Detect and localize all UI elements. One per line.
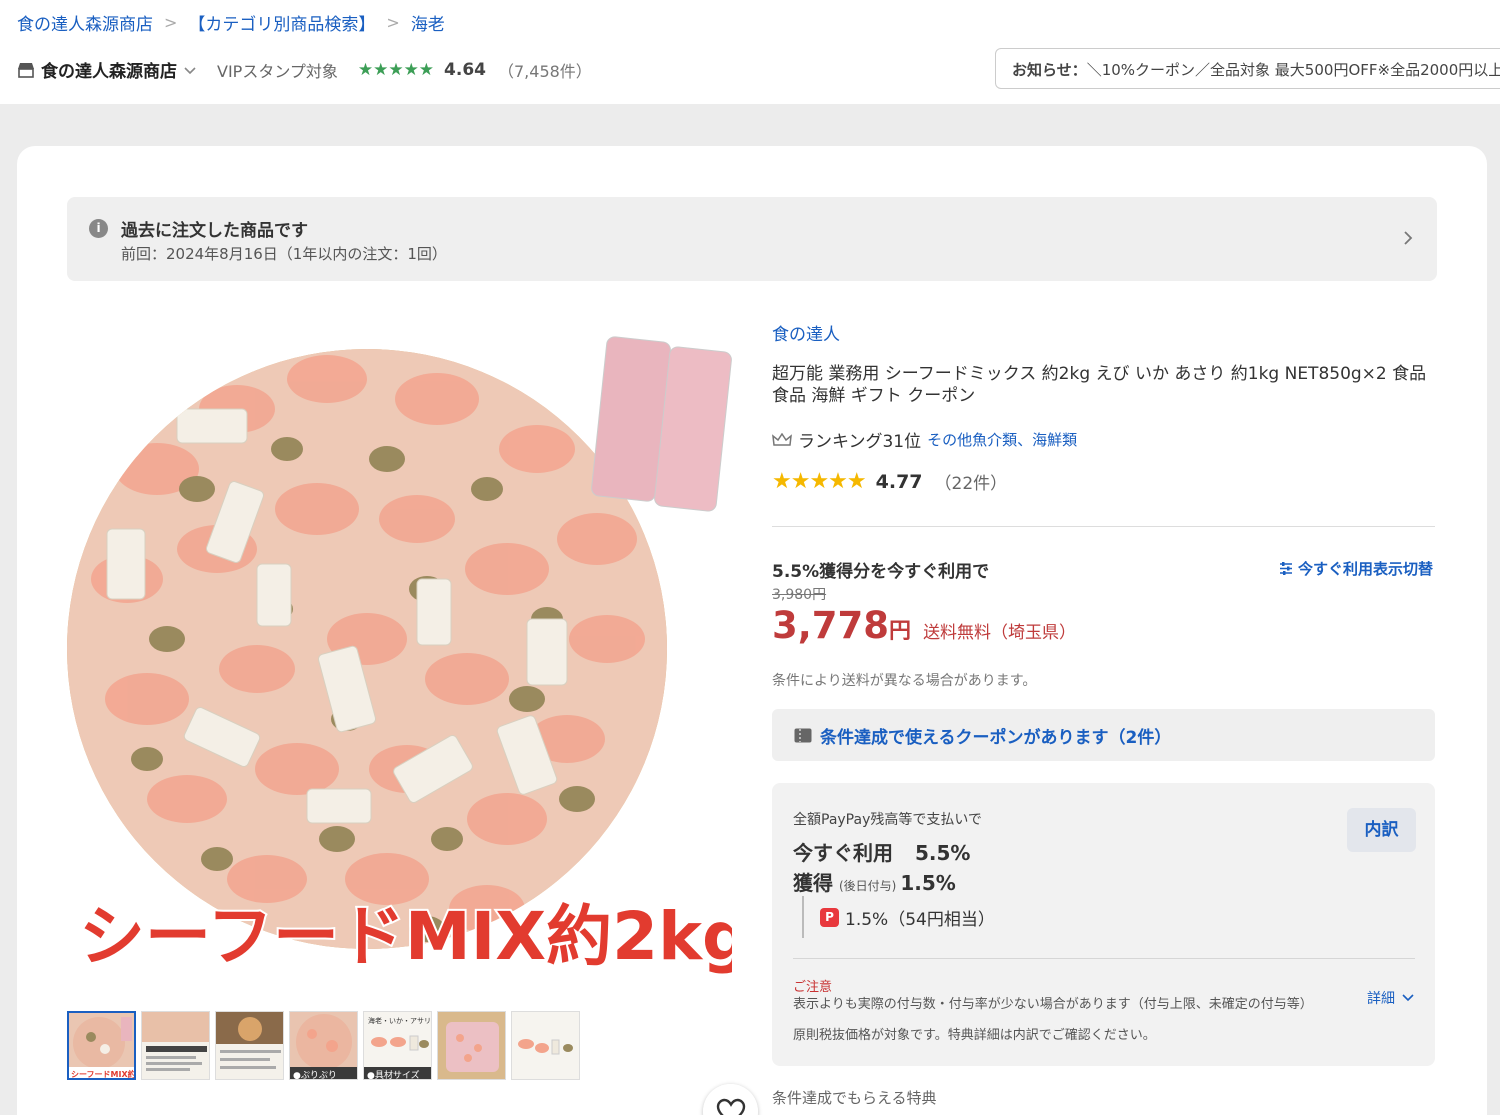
original-price: 3,980円 — [772, 587, 827, 603]
chevron-down-icon[interactable] — [183, 63, 197, 77]
paypay-points-value: 1.5%（54円相当） — [845, 909, 995, 930]
seafood-mix-photo: シーフードMIX約2kg — [67, 336, 751, 977]
coupon-banner[interactable]: 条件達成で使えるクーポンがあります（2件） — [772, 709, 1435, 761]
earn-row-label: 獲得 — [793, 871, 833, 895]
caution-label: ご注意 — [793, 980, 833, 995]
divider — [772, 526, 1435, 527]
caution-details-toggle[interactable]: 詳細 — [1367, 988, 1415, 1008]
thumbnail-1[interactable]: シーフードMIX約2kg — [67, 1011, 136, 1080]
vip-stamp-label: VIPスタンプ対象 — [217, 61, 338, 81]
breadcrumb-separator: > — [386, 13, 400, 32]
product-card: i 過去に注文した商品です 前回：2024年8月16日（1年以内の注文：1回） — [17, 146, 1487, 1115]
thumbnail-4[interactable]: ●ぷりぷり — [289, 1011, 358, 1080]
paypay-icon: P — [820, 907, 839, 927]
thumbnail-3[interactable] — [215, 1011, 284, 1080]
svg-text:●ぷりぷり: ●ぷりぷり — [293, 1070, 337, 1080]
toggle-label: 今すぐ利用表示切替 — [1298, 560, 1434, 578]
svg-text:シーフードMIX約2kg: シーフードMIX約2kg — [79, 898, 732, 975]
paypay-box: 全額PayPay残高等で支払いで 今すぐ利用 5.5% 獲得 (後日付与) 1.5% … — [772, 783, 1435, 1066]
prior-order-title: 過去に注文した商品です — [121, 221, 308, 241]
bonus-section-label: 条件達成でもらえる特典 — [772, 1089, 937, 1107]
thumbnail-7[interactable] — [511, 1011, 580, 1080]
instant-use-label: 今すぐ利用 — [793, 841, 893, 865]
svg-text:海老・いか・アサリ: 海老・いか・アサリ — [368, 1016, 431, 1025]
thumbnail-strip: シーフードMIX約2kg ●ぷりぷり 海老・いか・アサリ ●具材サイズ — [67, 1011, 580, 1080]
instant-use-toggle[interactable]: 今すぐ利用表示切替 — [1279, 558, 1433, 579]
review-count-link[interactable]: （22件） — [935, 469, 1008, 494]
main-product-image[interactable]: シーフードMIX約2kg — [67, 319, 758, 1115]
paypay-label: 全額PayPay残高等で支払いで — [793, 812, 982, 828]
thumbnail-6[interactable] — [437, 1011, 506, 1080]
price-currency: 円 — [889, 619, 912, 644]
breakdown-button[interactable]: 内訳 — [1347, 808, 1416, 852]
thumbnail-2[interactable] — [141, 1011, 210, 1080]
product-title: 超万能 業務用 シーフードミックス 約2kg えび いか あさり 約1kg NE… — [772, 364, 1427, 406]
store-bar: 食の達人森源商店 VIPスタンプ対象 ★★★★★ 4.64 （7,458件） — [17, 57, 592, 82]
ranking-text: ランキング31位 — [798, 432, 922, 452]
crown-icon — [772, 432, 792, 446]
top-header: 食の達人森源商店 > 【カテゴリ別商品検索】 > 海老 食の達人森源商店 VIP… — [0, 0, 1500, 104]
svg-text:シーフードMIX約2kg: シーフードMIX約2kg — [71, 1069, 135, 1079]
price-value: 3,778 — [772, 604, 890, 647]
earn-row-note: (後日付与) — [839, 879, 897, 893]
heart-icon — [716, 1098, 746, 1115]
coupon-label: 条件達成で使えるクーポンがあります（2件） — [820, 727, 1172, 748]
thumbnail-5[interactable]: 海老・いか・アサリ ●具材サイズ — [363, 1011, 432, 1080]
notice-text: ＼10%クーポン／全品対象 最大500円OFF※全品2000円以上 — [1086, 61, 1500, 79]
caution-text: 表示よりも実際の付与数・付与率が少ない場合があります（付与上限、未確定の付与等） — [793, 997, 1313, 1012]
instant-use-row: 今すぐ利用 5.5% — [793, 837, 970, 866]
coupon-icon — [794, 728, 812, 742]
breadcrumb-shrimp[interactable]: 海老 — [411, 10, 445, 35]
store-icon — [18, 62, 34, 78]
ranking-category-link[interactable]: その他魚介類、海鮮類 — [927, 429, 1077, 450]
breadcrumb-store[interactable]: 食の達人森源商店 — [17, 10, 153, 35]
earn-label: 5.5%獲得分を今すぐ利用で — [772, 562, 990, 582]
prior-order-banner[interactable]: i 過去に注文した商品です 前回：2024年8月16日（1年以内の注文：1回） — [67, 197, 1437, 281]
shipping-note: 条件により送料が異なる場合があります。 — [772, 673, 1037, 689]
prior-order-date: 前回：2024年8月16日（1年以内の注文：1回） — [121, 245, 447, 263]
product-rating: ★★★★★ 4.77 （22件） — [772, 469, 1007, 494]
store-rating-stars: ★★★★★ — [357, 59, 435, 80]
store-name[interactable]: 食の達人森源商店 — [41, 57, 177, 82]
notice-label: お知らせ： — [1012, 61, 1087, 79]
breadcrumb: 食の達人森源商店 > 【カテゴリ別商品検索】 > 海老 — [17, 10, 445, 35]
rating-score: 4.77 — [875, 470, 923, 493]
paypay-points-row: P 1.5%（54円相当） — [802, 896, 995, 938]
svg-text:●具材サイズ: ●具材サイズ — [367, 1069, 420, 1080]
earn-row: 獲得 (後日付与) 1.5% — [793, 867, 956, 896]
store-review-count[interactable]: （7,458件） — [498, 58, 592, 82]
ranking: ランキング31位 その他魚介類、海鮮類 — [772, 427, 1077, 452]
instant-use-value: 5.5% — [915, 841, 971, 865]
chevron-right-icon — [1404, 231, 1413, 245]
earn-row-value: 1.5% — [900, 871, 956, 895]
breadcrumb-separator: > — [164, 13, 178, 32]
chevron-down-icon — [1402, 994, 1414, 1002]
brand-link[interactable]: 食の達人 — [772, 320, 840, 345]
store-notice[interactable]: お知らせ：＼10%クーポン／全品対象 最大500円OFF※全品2000円以上 — [995, 48, 1500, 89]
tax-note: 原則税抜価格が対象です。特典詳細は内訳でご確認ください。 — [793, 1028, 1156, 1043]
favorite-button[interactable] — [703, 1084, 758, 1115]
price: 3,778 円 送料無料（埼玉県） — [772, 604, 1076, 647]
divider — [793, 958, 1415, 959]
settings-sliders-icon — [1280, 562, 1292, 575]
rating-stars: ★★★★★ — [772, 469, 867, 494]
caution-details-label: 詳細 — [1367, 991, 1395, 1007]
caution-note: ご注意表示よりも実際の付与数・付与率が少ない場合があります（付与上限、未確定の付… — [793, 979, 1353, 1013]
shipping-info: 送料無料（埼玉県） — [923, 623, 1077, 643]
frozen-bag-image — [591, 336, 732, 512]
info-icon: i — [89, 219, 108, 238]
breadcrumb-category-search[interactable]: 【カテゴリ別商品検索】 — [188, 10, 375, 35]
store-rating-score: 4.64 — [444, 59, 486, 80]
